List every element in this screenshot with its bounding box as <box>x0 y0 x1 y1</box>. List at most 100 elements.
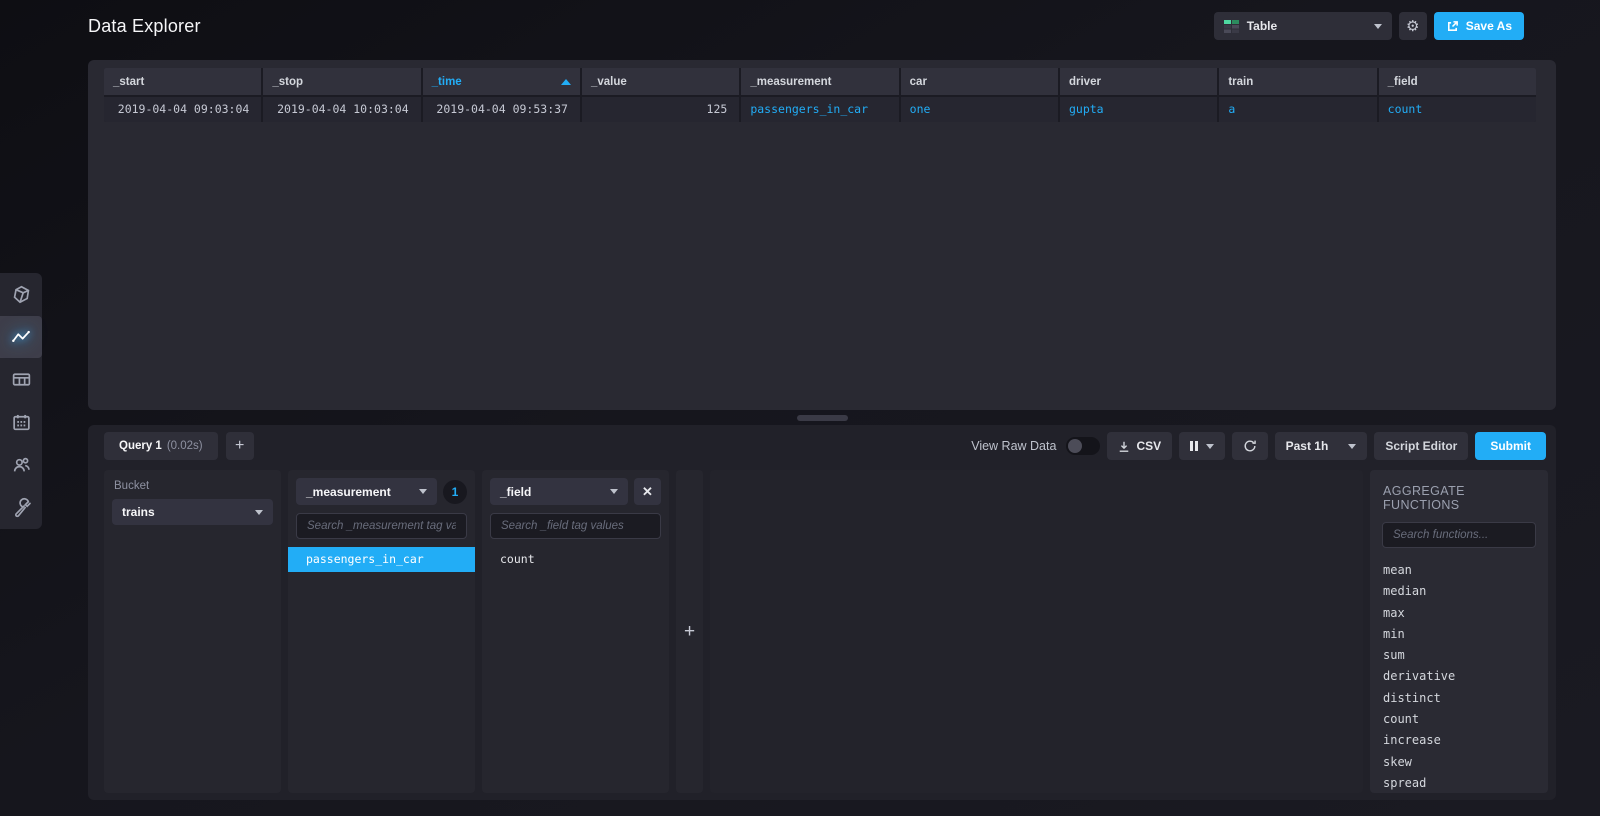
sidebar-item-configuration[interactable] <box>0 486 42 529</box>
close-icon: ✕ <box>642 483 653 499</box>
column-header-field[interactable]: _field <box>1378 68 1536 95</box>
chevron-down-icon <box>1348 443 1357 449</box>
tag-selector-card-field: _field ✕ count <box>482 470 669 793</box>
remove-tag-card-button[interactable]: ✕ <box>634 478 661 505</box>
add-tag-card-button[interactable]: + <box>676 470 703 793</box>
tag-value-item[interactable]: count <box>482 547 669 572</box>
pause-icon <box>1190 441 1198 451</box>
pause-refresh-dropdown-button[interactable] <box>1179 432 1225 460</box>
table-viz-icon <box>1223 19 1239 33</box>
function-list-item[interactable]: max <box>1382 603 1536 624</box>
page-title: Data Explorer <box>88 15 201 36</box>
time-range-dropdown[interactable]: Past 1h <box>1274 432 1368 460</box>
query-tab[interactable]: Query 1 (0.02s) <box>104 432 218 460</box>
function-list-item[interactable]: spread <box>1382 773 1536 793</box>
column-header-car[interactable]: car <box>900 68 1058 95</box>
sidebar-item-data-explorer[interactable] <box>0 315 42 359</box>
bucket-selector-card: Bucket trains <box>104 470 281 793</box>
table-cell: 125 <box>581 97 740 122</box>
aggregate-functions-card: AGGREGATE FUNCTIONS mean median max min … <box>1370 470 1548 793</box>
column-header-time[interactable]: _time <box>422 68 580 95</box>
export-icon <box>1447 20 1458 31</box>
settings-gear-button[interactable]: ⚙ <box>1398 12 1427 40</box>
query-tab-row: Query 1 (0.02s) + View Raw Data CSV Past… <box>104 431 1546 461</box>
sidebar-item-dashboards[interactable] <box>0 358 42 401</box>
query-panel: Query 1 (0.02s) + View Raw Data CSV Past… <box>88 425 1556 800</box>
bucket-value: trains <box>122 505 155 519</box>
bucket-dropdown[interactable]: trains <box>112 499 273 525</box>
column-header-measurement[interactable]: _measurement <box>741 68 899 95</box>
results-panel: _start _stop _time _value _measurement car dri… <box>88 60 1556 410</box>
save-as-label: Save As <box>1465 19 1512 33</box>
table-cell: 2019-04-04 09:53:37 <box>422 97 580 122</box>
function-list-item[interactable]: median <box>1382 581 1536 602</box>
add-query-button[interactable]: + <box>225 432 254 460</box>
function-list-item[interactable]: count <box>1382 709 1536 730</box>
chevron-down-icon <box>610 489 618 494</box>
refresh-icon <box>1244 440 1256 452</box>
query-controls: View Raw Data CSV Past 1h Script Editor … <box>971 432 1546 460</box>
tag-key-dropdown-measurement[interactable]: _measurement <box>296 478 437 505</box>
submit-button[interactable]: Submit <box>1475 432 1546 460</box>
save-as-button[interactable]: Save As <box>1433 12 1524 40</box>
column-header-stop[interactable]: _stop <box>263 68 421 95</box>
visualization-type-dropdown[interactable]: Table <box>1213 12 1392 40</box>
toggle-knob <box>1068 439 1083 453</box>
graph-line-icon <box>12 330 30 342</box>
panel-resize-handle[interactable] <box>797 415 848 421</box>
function-list-item[interactable]: mean <box>1382 560 1536 581</box>
function-list-item[interactable]: min <box>1382 624 1536 645</box>
page-header: Data Explorer Table ⚙ Save As <box>88 0 1524 52</box>
tag-card-header: _field ✕ <box>490 478 661 505</box>
column-header-start[interactable]: _start <box>104 68 262 95</box>
dashboards-icon <box>12 373 30 386</box>
csv-label: CSV <box>1136 439 1162 453</box>
time-range-value: Past 1h <box>1285 439 1329 453</box>
field-value-list: count <box>482 547 669 572</box>
tag-selector-card-measurement: _measurement 1 passengers_in_car <box>288 470 475 793</box>
tag-key-value: _field <box>500 484 532 499</box>
download-icon <box>1120 441 1129 452</box>
measurement-value-list: passengers_in_car <box>288 547 475 572</box>
function-list-item[interactable]: distinct <box>1382 688 1536 709</box>
tag-key-dropdown-field[interactable]: _field <box>490 478 628 505</box>
people-icon <box>13 457 30 472</box>
column-header-driver[interactable]: driver <box>1059 68 1218 95</box>
wrench-icon <box>14 497 31 517</box>
script-editor-button[interactable]: Script Editor <box>1374 432 1469 460</box>
query-builder: Bucket trains _measurement 1 passengers_… <box>104 470 1548 793</box>
view-raw-data-label: View Raw Data <box>971 439 1057 453</box>
header-controls: Table ⚙ Save As <box>1213 12 1524 40</box>
aggregate-functions-title: AGGREGATE FUNCTIONS <box>1383 484 1465 512</box>
gear-icon: ⚙ <box>1406 18 1420 35</box>
sidebar-item-influxdb-logo[interactable] <box>0 273 42 316</box>
tag-key-value: _measurement <box>306 484 391 499</box>
function-list-item[interactable]: sum <box>1382 645 1536 666</box>
refresh-button[interactable] <box>1231 432 1268 460</box>
tag-card-header: _measurement 1 <box>296 478 467 505</box>
results-table: _start _stop _time _value _measurement car dri… <box>104 68 1536 122</box>
table-cell: count <box>1378 97 1536 122</box>
download-csv-button[interactable]: CSV <box>1107 432 1173 460</box>
query-tab-name: Query 1 <box>119 440 162 452</box>
table-cell: passengers_in_car <box>741 97 899 122</box>
visualization-type-value: Table <box>1246 19 1278 33</box>
table-cell: gupta <box>1059 97 1218 122</box>
query-tab-duration: (0.02s) <box>166 440 203 452</box>
function-list-item[interactable]: increase <box>1382 730 1536 751</box>
chevron-down-icon <box>255 509 263 515</box>
column-header-value[interactable]: _value <box>581 68 740 95</box>
function-list-item[interactable]: skew <box>1382 752 1536 773</box>
function-list-item[interactable]: derivative <box>1382 666 1536 687</box>
sidebar-item-tasks[interactable] <box>0 401 42 444</box>
functions-search-input[interactable] <box>1382 522 1536 548</box>
builder-empty-area <box>710 470 1363 793</box>
view-raw-data-toggle[interactable] <box>1066 437 1101 455</box>
field-search-input[interactable] <box>490 513 661 539</box>
tag-value-item[interactable]: passengers_in_car <box>288 547 475 572</box>
influxdb-cube-icon <box>13 285 29 304</box>
table-cell: 2019-04-04 10:03:04 <box>263 97 421 122</box>
sidebar-item-organizations[interactable] <box>0 443 42 486</box>
column-header-train[interactable]: train <box>1219 68 1377 95</box>
measurement-search-input[interactable] <box>296 513 467 539</box>
